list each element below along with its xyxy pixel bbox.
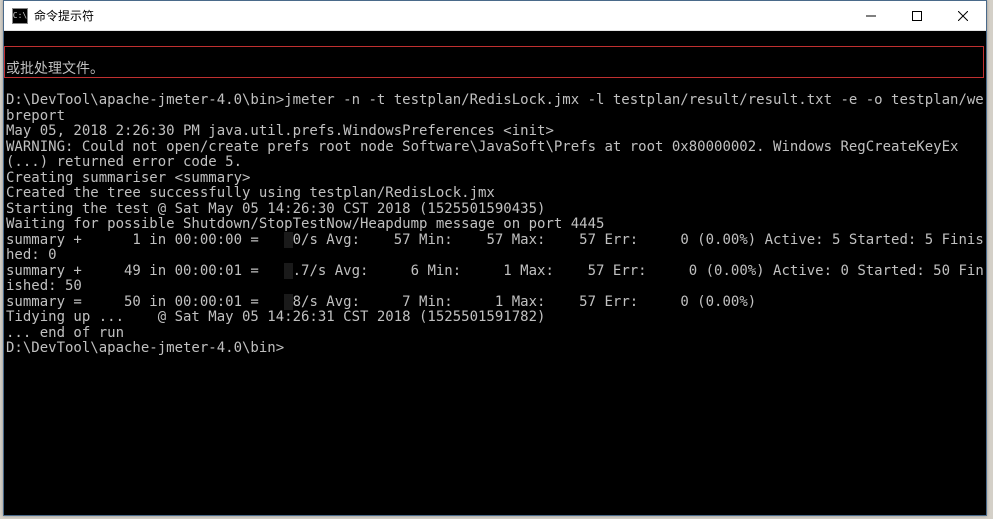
maximize-button[interactable] [894,1,940,31]
summary-line: summary = 50 in 00:00:01 = 8/s Avg: 7 Mi… [6,294,756,310]
output-line: Tidying up ... @ Sat May 05 14:26:31 CST… [6,309,545,325]
title-bar[interactable]: C:\ 命令提示符 [4,1,986,31]
summary-line: summary + 49 in 00:00:01 = .7/s Avg: 6 M… [6,263,984,295]
output-line: Creating summariser <summary> [6,170,250,186]
prompt: D:\DevTool\apache-jmeter-4.0\bin> [6,340,284,356]
terminal-area[interactable]: 或批处理文件。 D:\DevTool\apache-jmeter-4.0\bin… [4,31,986,515]
redacted-value [284,263,292,279]
summary-seg: 8/s Avg: 7 Min: 1 Max: 57 Err: 0 (0.00%) [293,294,757,310]
summary-seg: summary + 49 in 00:00:01 = [6,263,284,279]
summary-seg: summary + 1 in 00:00:00 = [6,232,284,248]
output-line: May 05, 2018 2:26:30 PM java.util.prefs.… [6,123,554,139]
output-line: ... end of run [6,325,124,341]
window-title: 命令提示符 [34,7,848,24]
redacted-value [284,232,292,248]
command-highlight-box [4,46,984,78]
summary-line: summary + 1 in 00:00:00 = 0/s Avg: 57 Mi… [6,232,984,264]
command-prompt-window: C:\ 命令提示符 或批处理文件。 D:\DevTool\apache-jmet… [3,0,987,516]
command-line: D:\DevTool\apache-jmeter-4.0\bin>jmeter … [6,92,984,124]
summary-seg: summary = 50 in 00:00:01 = [6,294,284,310]
window-controls [848,1,986,31]
output-line: 或批处理文件。 [6,61,104,77]
output-line: Waiting for possible Shutdown/StopTestNo… [6,216,604,232]
cursor [284,342,292,356]
prompt-line: D:\DevTool\apache-jmeter-4.0\bin> [6,340,292,356]
output-line: Starting the test @ Sat May 05 14:26:30 … [6,201,545,217]
minimize-button[interactable] [848,1,894,31]
cmd-icon: C:\ [12,8,28,24]
redacted-value [284,294,292,310]
output-line: Created the tree successfully using test… [6,185,495,201]
close-button[interactable] [940,1,986,31]
output-line: WARNING: Could not open/create prefs roo… [6,139,958,171]
prompt: D:\DevTool\apache-jmeter-4.0\bin> [6,92,284,108]
